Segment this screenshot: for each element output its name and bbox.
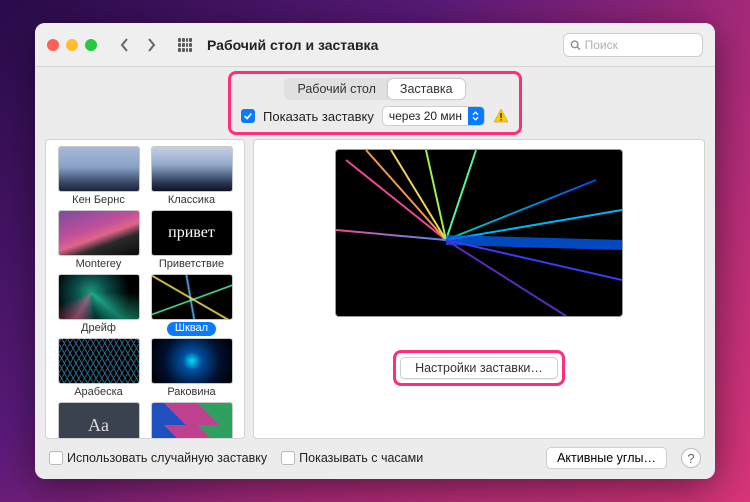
show-after-dropdown[interactable]: через 20 мин [382,106,485,126]
tab-desktop[interactable]: Рабочий стол [285,79,387,99]
toolbar: Рабочий стол и заставка [35,23,715,67]
forward-button[interactable] [139,33,163,57]
search-icon [570,39,581,51]
screensaver-label: Арабеска [74,386,123,400]
show-after-checkbox[interactable] [241,109,255,123]
close-button[interactable] [47,39,59,51]
screensaver-item-drift[interactable]: Дрейф [54,274,143,336]
show-all-button[interactable] [173,33,197,57]
flurry-preview-graphic [336,150,622,316]
screensaver-thumb [58,274,140,320]
screensaver-label: Monterey [76,258,122,272]
screensaver-item-hello[interactable]: Приветствие [147,210,236,272]
hot-corners-button[interactable]: Активные углы… [546,447,667,469]
screensaver-thumb [151,274,233,320]
checkbox-empty-icon [281,451,295,465]
screensaver-thumb [151,146,233,192]
random-checkbox[interactable]: Использовать случайную заставку [49,451,267,466]
screensaver-item-classic[interactable]: Классика [147,146,236,208]
chevron-left-icon [120,38,130,52]
minimize-button[interactable] [66,39,78,51]
main-area: Кен Бернс Классика Monterey Приветствие Дрей… [35,135,715,439]
checkbox-empty-icon [49,451,63,465]
screensaver-thumb [58,210,140,256]
preview-pane: Настройки заставки… [253,139,705,439]
window-title: Рабочий стол и заставка [207,37,378,53]
screensaver-label: Дрейф [81,322,116,336]
screensaver-item-shell[interactable]: Раковина [147,338,236,400]
back-button[interactable] [113,33,137,57]
preferences-window: Рабочий стол и заставка Рабочий стол Зас… [35,23,715,479]
screensaver-list[interactable]: Кен Бернс Классика Monterey Приветствие Дрей… [45,139,245,439]
tab-screensaver[interactable]: Заставка [388,79,465,99]
screensaver-thumb [151,210,233,256]
show-after-value: через 20 мин [383,109,468,123]
screensaver-thumb [58,338,140,384]
show-after-row: Показать заставку через 20 мин [241,106,509,126]
screensaver-thumb: Aa [58,402,140,439]
zoom-button[interactable] [85,39,97,51]
chevron-right-icon [146,38,156,52]
search-input[interactable] [585,38,696,52]
warning-icon[interactable] [493,108,509,124]
with-clock-checkbox[interactable]: Показывать с часами [281,451,423,466]
screensaver-item-covers[interactable]: Обложки [147,402,236,439]
screensaver-options-button[interactable]: Настройки заставки… [400,357,558,379]
screensaver-item-kenburns[interactable]: Кен Бернс [54,146,143,208]
screensaver-item-arabesque[interactable]: Арабеска [54,338,143,400]
nav-buttons [113,33,163,57]
tab-switcher: Рабочий стол Заставка [284,78,465,100]
window-controls [47,39,97,51]
screensaver-thumb [151,402,233,439]
help-button[interactable]: ? [681,448,701,468]
screensaver-label: Кен Бернс [72,194,125,208]
grid-icon [178,38,192,52]
screensaver-label: Шквал [167,322,216,336]
screensaver-thumb [58,146,140,192]
checkmark-icon [243,111,253,121]
search-field[interactable] [563,33,703,57]
show-after-label: Показать заставку [263,109,374,124]
screensaver-item-monterey[interactable]: Monterey [54,210,143,272]
screensaver-item-flurry[interactable]: Шквал [147,274,236,336]
screensaver-label: Приветствие [159,258,224,272]
highlight-options-button: Настройки заставки… [393,350,565,386]
screensaver-thumb [151,338,233,384]
screensaver-preview [336,150,622,316]
highlight-top-controls: Рабочий стол Заставка Показать заставку … [228,71,522,135]
screensaver-label: Раковина [167,386,215,400]
screensaver-item-message[interactable]: AaСообщение [54,402,143,439]
screensaver-label: Классика [168,194,215,208]
stepper-arrows-icon [468,107,484,125]
bottom-bar: Использовать случайную заставку Показыва… [35,439,715,479]
